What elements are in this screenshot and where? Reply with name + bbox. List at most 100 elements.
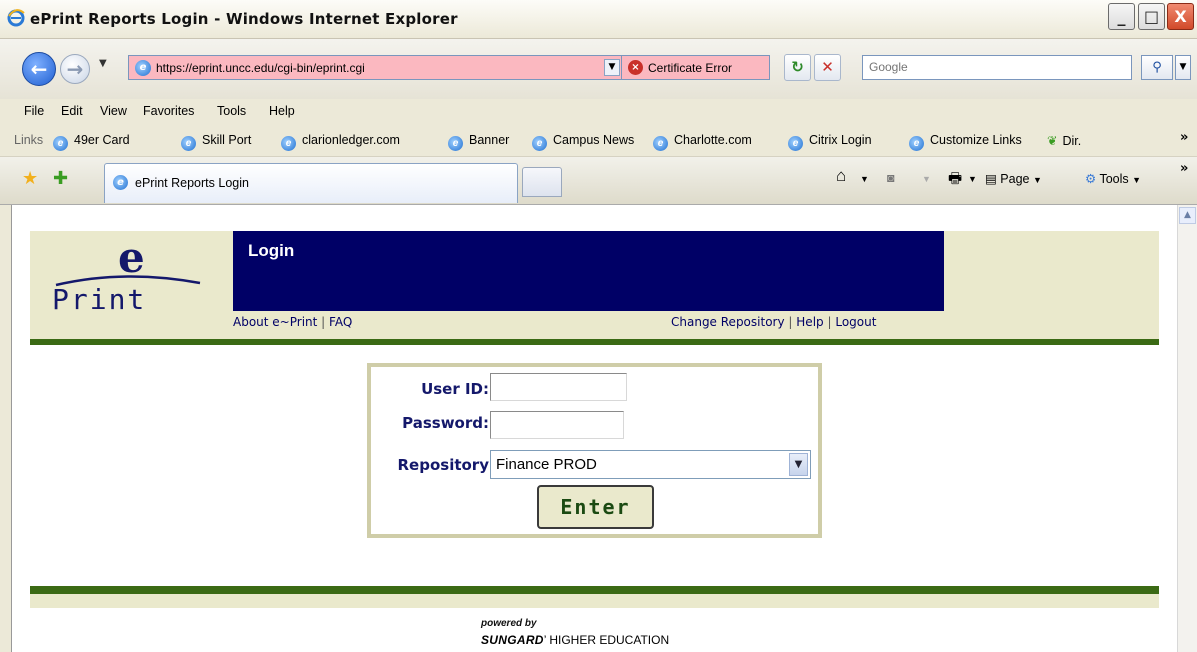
add-favorite-icon[interactable]: ✚	[53, 168, 68, 189]
menu-tools[interactable]: Tools	[217, 104, 246, 118]
search-options-dropdown-icon[interactable]: ▼	[1175, 55, 1191, 80]
green-divider	[30, 586, 1159, 594]
menu-help[interactable]: Help	[269, 104, 295, 118]
sungard-logo: SUNGARD’ HIGHER EDUCATION	[481, 633, 669, 647]
userid-input[interactable]	[490, 373, 627, 401]
address-toolbar: ← → ▼ e https://eprint.uncc.edu/cgi-bin/…	[0, 39, 1197, 99]
banner-left-links: About e~Print | FAQ	[233, 315, 352, 329]
page-menu[interactable]: ▤ Page ▼	[985, 171, 1042, 186]
links-bar: Links e 49er Card e Skill Port e clarionled…	[0, 125, 1197, 157]
more-commands-chevron-icon[interactable]: »	[1180, 161, 1188, 176]
menu-bar: File Edit View Favorites Tools Help	[0, 99, 1197, 125]
link-campus-news[interactable]: e Campus News	[532, 133, 634, 151]
password-input[interactable]	[490, 411, 624, 439]
ie-page-icon: e	[181, 136, 196, 151]
scroll-up-icon[interactable]: ▲	[1179, 207, 1196, 224]
links-label: Links	[14, 133, 44, 147]
ie-page-icon: e	[448, 136, 463, 151]
logout-link[interactable]: Logout	[835, 315, 876, 329]
repository-selected-value: Finance PROD	[496, 456, 597, 473]
ie-page-icon: e	[909, 136, 924, 151]
enter-button[interactable]: Enter	[537, 485, 654, 529]
sungard-suffix: ’ HIGHER EDUCATION	[543, 633, 670, 647]
menu-view[interactable]: View	[100, 104, 127, 118]
link-separator: |	[827, 315, 832, 329]
search-icon[interactable]: ⚲	[1141, 55, 1173, 80]
window-left-edge	[0, 205, 12, 652]
menu-favorites[interactable]: Favorites	[143, 104, 194, 118]
certificate-error-label: Certificate Error	[648, 61, 733, 75]
menu-edit[interactable]: Edit	[61, 104, 83, 118]
address-field[interactable]: e https://eprint.uncc.edu/cgi-bin/eprint…	[128, 55, 622, 80]
address-dropdown-icon[interactable]: ▼	[604, 59, 620, 76]
tools-menu[interactable]: ⚙ Tools ▼	[1085, 171, 1141, 186]
refresh-button[interactable]: ↻	[784, 54, 811, 81]
tab-eprint-login[interactable]: e ePrint Reports Login	[104, 163, 518, 203]
link-charlotte[interactable]: e Charlotte.com	[653, 133, 752, 151]
link-citrix-login[interactable]: e Citrix Login	[788, 133, 872, 151]
search-input[interactable]	[869, 60, 1119, 74]
more-links-chevron-icon[interactable]: »	[1180, 130, 1188, 145]
maximize-button[interactable]: □	[1138, 3, 1165, 30]
menu-file[interactable]: File	[24, 104, 44, 118]
eprint-banner: e Print Login About e~Print | FAQ Change…	[30, 231, 1159, 341]
ie-page-icon: e	[788, 136, 803, 151]
new-tab-button[interactable]	[522, 167, 562, 197]
help-link[interactable]: Help	[796, 315, 823, 329]
change-repository-link[interactable]: Change Repository	[671, 315, 785, 329]
link-skill-port[interactable]: e Skill Port	[181, 133, 251, 151]
feeds-dropdown-icon[interactable]: ▼	[922, 174, 931, 184]
logo-print: Print	[52, 283, 147, 316]
home-icon[interactable]: ⌂	[836, 166, 846, 186]
close-button[interactable]: X	[1167, 3, 1194, 30]
link-banner[interactable]: e Banner	[448, 133, 509, 151]
repository-label: Repository	[397, 456, 490, 474]
about-eprint-link[interactable]: About e~Print	[233, 315, 317, 329]
page-icon: e	[135, 60, 151, 76]
recent-pages-dropdown-icon[interactable]: ▼	[99, 58, 107, 69]
chevron-down-icon[interactable]: ▼	[789, 453, 808, 476]
stop-button[interactable]: ✕	[814, 54, 841, 81]
link-customize-links[interactable]: e Customize Links	[909, 133, 1022, 151]
link-49er-card[interactable]: e 49er Card	[53, 133, 130, 151]
window-title: ePrint Reports Login - Windows Internet …	[30, 10, 458, 28]
link-clarionledger[interactable]: e clarionledger.com	[281, 133, 400, 151]
login-form: User ID: Password: Repository Finance PR…	[367, 363, 822, 538]
powered-by-label: powered by	[481, 618, 537, 629]
title-bar: ePrint Reports Login - Windows Internet …	[0, 0, 1197, 39]
favorites-star-icon[interactable]: ★	[22, 168, 38, 189]
tools-dropdown-icon: ▼	[1132, 175, 1142, 185]
vertical-scrollbar[interactable]: ▲	[1177, 205, 1197, 652]
eprint-logo: e Print	[48, 233, 228, 333]
footer-band	[30, 594, 1159, 608]
gear-icon: ⚙	[1085, 172, 1097, 186]
ie-logo-icon	[6, 8, 26, 28]
faq-link[interactable]: FAQ	[329, 315, 352, 329]
banner-right-links: Change Repository | Help | Logout	[671, 315, 876, 329]
forward-arrow-icon: →	[66, 57, 84, 81]
print-dropdown-icon[interactable]: ▼	[968, 174, 977, 184]
back-arrow-icon: ←	[30, 57, 48, 81]
green-divider	[30, 339, 1159, 345]
ie-page-icon: e	[53, 136, 68, 151]
search-box[interactable]	[862, 55, 1132, 80]
back-button[interactable]: ←	[22, 52, 56, 86]
link-separator: |	[321, 315, 326, 329]
url-text[interactable]: https://eprint.uncc.edu/cgi-bin/eprint.c…	[156, 61, 365, 75]
page-title: Login	[248, 241, 295, 260]
login-header: Login	[233, 231, 944, 311]
home-dropdown-icon[interactable]: ▼	[860, 174, 869, 184]
ie-page-icon: e	[113, 175, 128, 190]
password-label: Password:	[402, 414, 489, 432]
repository-select[interactable]: Finance PROD ▼	[490, 450, 811, 479]
tab-bar: ★ ✚ e ePrint Reports Login ⌂ ▼ ◙ ▼ 🖶 ▼ ▤…	[0, 157, 1197, 205]
dir-leaf-icon: ❦	[1047, 134, 1058, 148]
page-content: e Print Login About e~Print | FAQ Change…	[13, 205, 1177, 652]
print-icon[interactable]: 🖶	[948, 168, 962, 193]
forward-button[interactable]: →	[60, 54, 90, 84]
ie-page-icon: e	[281, 136, 296, 151]
certificate-error-button[interactable]: × Certificate Error	[622, 55, 770, 80]
feeds-icon[interactable]: ◙	[887, 171, 895, 185]
link-dir[interactable]: ❦ Dir.	[1047, 133, 1081, 148]
minimize-button[interactable]: _	[1108, 3, 1135, 30]
